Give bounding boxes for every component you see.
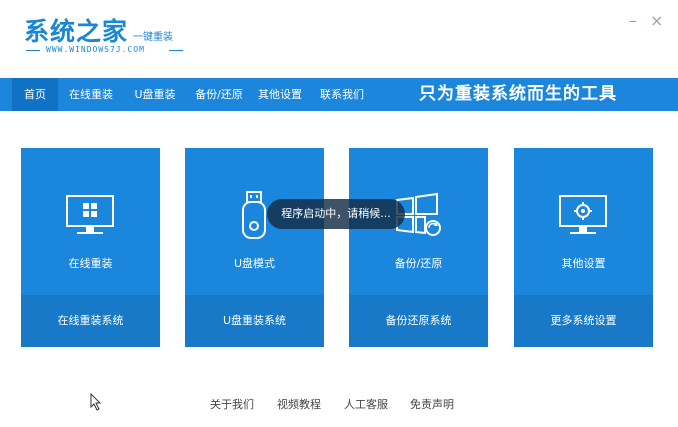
nav-item-backup-restore[interactable]: 备份/还原 (189, 78, 249, 111)
loading-toast: 程序启动中，请稍候... (267, 199, 405, 229)
footer-link-disclaimer[interactable]: 免责声明 (410, 396, 454, 412)
monitor-gear-icon (559, 195, 607, 234)
card-backup-restore[interactable]: 备份/还原 备份还原系统 (349, 148, 488, 347)
nav-bar: 首页 在线重装 U盘重装 备份/还原 其他设置 联系我们 只为重装系统而生的工具 (0, 78, 678, 111)
card-action-online-reinstall[interactable]: 在线重装系统 (21, 295, 160, 347)
footer-link-video-tutorial[interactable]: 视频教程 (277, 396, 321, 412)
card-other-settings[interactable]: 其他设置 更多系统设置 (514, 148, 653, 347)
app-header: 系统之家 一键重装 WWW.WINDOWS7J.COM – × (0, 0, 678, 78)
logo-url: WWW.WINDOWS7J.COM (46, 45, 145, 54)
footer-link-support[interactable]: 人工客服 (344, 396, 388, 412)
card-label: 其他设置 (561, 257, 606, 270)
mouse-pointer-icon (90, 393, 102, 411)
nav-item-usb-reinstall[interactable]: U盘重装 (127, 78, 183, 111)
minimize-button[interactable]: – (629, 13, 637, 29)
card-label: 备份/还原 (394, 257, 443, 270)
nav-item-home[interactable]: 首页 (12, 78, 58, 111)
card-label: 在线重装 (68, 257, 113, 270)
card-online-reinstall[interactable]: 在线重装 在线重装系统 (21, 148, 160, 347)
card-action-more-settings[interactable]: 更多系统设置 (514, 295, 653, 347)
card-action-backup-restore[interactable]: 备份还原系统 (349, 295, 488, 347)
logo-subtitle: 一键重装 (133, 32, 173, 43)
footer-link-about[interactable]: 关于我们 (210, 396, 254, 412)
card-top[interactable]: 其他设置 (514, 148, 653, 295)
logo-divider-left (26, 50, 40, 51)
card-top[interactable]: 在线重装 (21, 148, 160, 295)
monitor-windows-icon (66, 195, 114, 234)
card-action-usb-reinstall[interactable]: U盘重装系统 (185, 295, 324, 347)
card-label: U盘模式 (233, 257, 276, 270)
nav-item-online-reinstall[interactable]: 在线重装 (63, 78, 119, 111)
logo-divider-right (169, 50, 183, 51)
logo-title: 系统之家 (24, 17, 129, 46)
close-button[interactable]: × (650, 13, 663, 29)
slogan: 只为重装系统而生的工具 (419, 84, 617, 104)
nav-item-other-settings[interactable]: 其他设置 (253, 78, 307, 111)
card-usb-mode[interactable]: U盘模式 U盘重装系统 (185, 148, 324, 347)
nav-item-contact-us[interactable]: 联系我们 (314, 78, 370, 111)
